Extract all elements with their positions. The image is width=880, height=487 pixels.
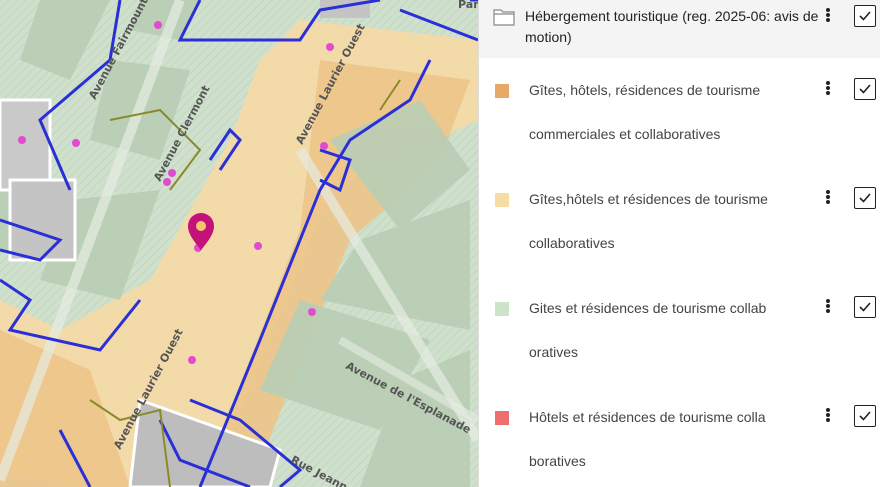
map-canvas[interactable]: Avenue Fairmount Avenue Clermont Avenue …	[0, 0, 478, 487]
folder-icon	[493, 9, 515, 26]
layer-row[interactable]: Gîtes,hôtels et résidences de tourisme c…	[479, 167, 880, 276]
more-vert-icon[interactable]	[825, 7, 831, 25]
building	[0, 98, 52, 192]
layer-swatch	[495, 193, 509, 207]
layer-swatch	[495, 302, 509, 316]
layer-checkbox[interactable]	[854, 78, 876, 100]
layer-swatch	[495, 84, 509, 98]
layer-checkbox[interactable]	[854, 187, 876, 209]
more-vert-icon[interactable]	[825, 298, 831, 316]
layer-swatch	[495, 411, 509, 425]
layer-group-checkbox[interactable]	[854, 5, 876, 27]
more-vert-icon[interactable]	[825, 189, 831, 207]
layer-row[interactable]: Hôtels et résidences de tourisme colla b…	[479, 385, 880, 487]
layer-checkbox[interactable]	[854, 296, 876, 318]
layer-checkbox[interactable]	[854, 405, 876, 427]
layer-label: Gites et résidences de tourisme collab o…	[529, 300, 767, 360]
layer-group-row[interactable]: Hébergement touristique (reg. 2025-06: a…	[479, 0, 880, 58]
more-vert-icon[interactable]	[825, 407, 831, 425]
layer-row[interactable]: Gites et résidences de tourisme collab o…	[479, 276, 880, 385]
layer-legend-panel: Hébergement touristique (reg. 2025-06: a…	[478, 0, 880, 487]
map-view[interactable]: Avenue Fairmount Avenue Clermont Avenue …	[0, 0, 478, 487]
layer-label: Hôtels et résidences de tourisme colla b…	[529, 409, 766, 469]
layer-row[interactable]: Gîtes, hôtels, résidences de tourisme co…	[479, 58, 880, 167]
layer-label: Gîtes,hôtels et résidences de tourisme c…	[529, 191, 768, 251]
more-vert-icon[interactable]	[825, 80, 831, 98]
layer-label: Gîtes, hôtels, résidences de tourisme co…	[529, 82, 761, 142]
street-label: Par	[458, 0, 478, 11]
building	[8, 178, 77, 262]
layer-group-title: Hébergement touristique (reg. 2025-06: a…	[525, 8, 819, 45]
